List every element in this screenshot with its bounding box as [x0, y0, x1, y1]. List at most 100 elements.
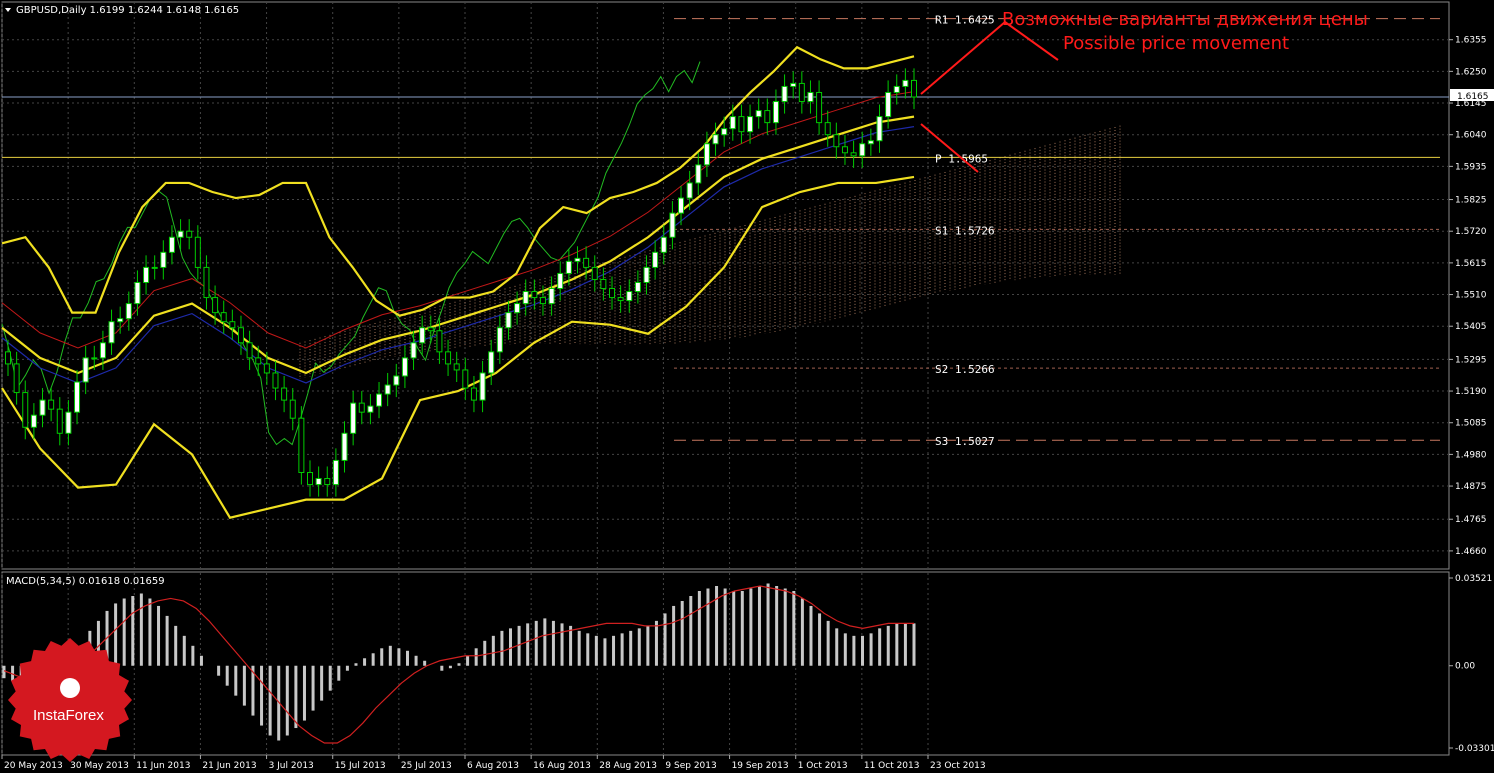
candle-body [617, 297, 624, 302]
candle-body [902, 79, 909, 87]
candle-body [841, 146, 848, 154]
annotation-en: Possible price movement [1063, 33, 1289, 54]
candle-body [263, 363, 270, 374]
candle-body [772, 101, 779, 124]
candle-body [108, 321, 115, 344]
candle-body [859, 143, 866, 157]
candle-body [738, 116, 745, 133]
candle-body [315, 478, 322, 486]
y-tick-label: 1.6040 [1455, 131, 1487, 141]
candle-body [747, 116, 754, 133]
candle-body [609, 288, 615, 299]
candle-body [600, 278, 607, 290]
candle-body [574, 257, 581, 262]
price-axis: 1.63551.62501.61451.60401.59351.58251.57… [1449, 36, 1487, 557]
x-tick-label: 11 Jun 2013 [136, 761, 190, 771]
candle-body [401, 357, 408, 377]
candle-body [652, 251, 659, 268]
x-tick-label: 23 Oct 2013 [930, 761, 986, 771]
candle-body [324, 478, 331, 486]
candle-body [99, 342, 106, 359]
candle-body [56, 408, 63, 434]
candle-body [764, 110, 771, 124]
candle-body [686, 182, 693, 199]
y-tick-label: 1.4875 [1455, 482, 1487, 492]
candle-body [48, 399, 55, 410]
candle-body [22, 392, 29, 428]
candle-body [712, 134, 719, 145]
candle-body [376, 393, 383, 407]
x-tick-label: 25 Jul 2013 [401, 761, 452, 771]
y-tick-label: 1.5190 [1455, 387, 1487, 397]
y-tick-label: 1.5405 [1455, 322, 1487, 332]
y-tick-label: 1.4980 [1455, 450, 1487, 460]
time-axis: 20 May 2013 30 May 2013 11 Jun 2013 21 Jun … [1, 755, 986, 771]
candle-body [867, 140, 874, 145]
candle-body [505, 312, 512, 329]
candle-body [203, 266, 210, 299]
candle-body [470, 387, 477, 401]
candle-body [220, 312, 227, 323]
x-tick-label: 28 Aug 2013 [599, 761, 657, 771]
candle-body [160, 251, 167, 268]
candle-body [643, 266, 650, 283]
y-tick-label: 1.6355 [1455, 36, 1487, 46]
candle-body [729, 116, 736, 130]
logo-emblem-icon [60, 678, 80, 698]
macd-tick-label: 0.00 [1455, 662, 1475, 672]
candle-body [298, 417, 305, 473]
candle-body [807, 91, 814, 103]
candle-body [168, 236, 175, 253]
y-tick-label: 1.4765 [1455, 515, 1487, 525]
symbol-header: GBPUSD,Daily 1.6199 1.6244 1.6148 1.6165 [16, 5, 239, 16]
candle-body [565, 260, 572, 274]
candle-body [591, 266, 598, 280]
candle-body [39, 399, 46, 416]
candle-body [281, 387, 288, 401]
candle-body [30, 414, 37, 428]
candle-body [462, 369, 469, 389]
y-tick-label: 1.5720 [1455, 227, 1487, 237]
candle-body [634, 281, 641, 293]
pivot-label: S3 1.5027 [935, 435, 995, 448]
y-tick-label: 1.5825 [1455, 196, 1487, 206]
candle-body [453, 363, 460, 371]
candle-body [410, 342, 417, 359]
candle-body [427, 327, 434, 332]
candle-body [13, 363, 20, 394]
candle-body [237, 327, 244, 344]
macd-tick-label: 0.03521 [1455, 574, 1492, 584]
candle-body [583, 257, 590, 268]
candle-body [212, 297, 219, 314]
candle-body [82, 357, 89, 383]
macd-tick-label: -0.03301 [1455, 744, 1494, 754]
candle-body [117, 318, 124, 323]
pivot-label: R1 1.6425 [935, 14, 995, 27]
candle-body [514, 303, 521, 314]
y-tick-label: 1.5295 [1455, 355, 1487, 365]
candle-body [522, 291, 529, 305]
candle-body [341, 432, 348, 461]
annotation-ru: Возможные варианты движения цены [1002, 9, 1368, 30]
x-tick-label: 20 May 2013 [4, 761, 63, 771]
candle-body [695, 164, 702, 184]
candle-body [272, 372, 279, 389]
candle-body [143, 266, 150, 283]
candle-body [660, 236, 667, 253]
candle-body [798, 82, 805, 103]
y-tick-label: 1.5615 [1455, 259, 1487, 269]
candle-body [367, 405, 374, 413]
candle-body [151, 266, 158, 269]
candle-body [419, 327, 426, 344]
x-tick-label: 15 Jul 2013 [335, 761, 386, 771]
logo-text: InstaForex [33, 707, 104, 724]
candle-body [74, 381, 81, 413]
candle-body [721, 128, 728, 136]
candle-body [488, 351, 495, 374]
candle-body [479, 372, 486, 401]
x-tick-label: 30 May 2013 [70, 761, 129, 771]
x-tick-label: 6 Aug 2013 [467, 761, 519, 771]
candle-body [833, 134, 840, 148]
candle-body [186, 230, 193, 238]
candle-body [911, 79, 917, 98]
